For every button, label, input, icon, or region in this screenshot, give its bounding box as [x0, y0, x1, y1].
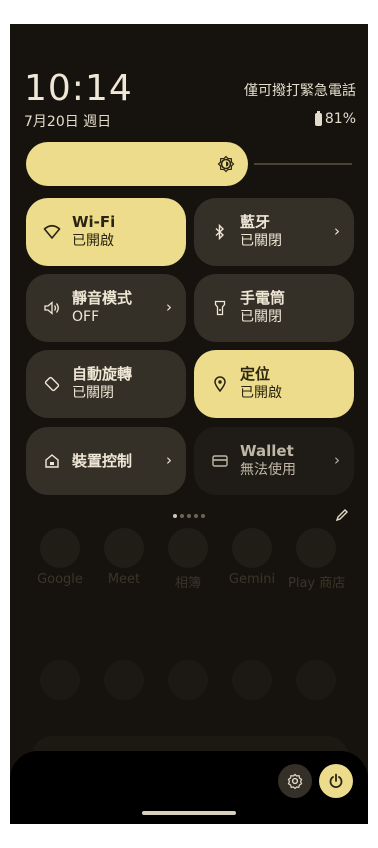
- tile-title: Wi-Fi: [72, 213, 116, 231]
- dock-messages-icon: [96, 660, 152, 700]
- tile-state: 已關閉: [240, 309, 282, 325]
- app-photos: 相簿: [160, 528, 216, 591]
- tile-wallet[interactable]: Wallet 無法使用 ›: [194, 427, 354, 495]
- bluetooth-icon: [210, 222, 230, 242]
- volume-icon: [42, 298, 62, 318]
- tile-auto-rotate[interactable]: 自動旋轉 已關閉: [26, 350, 186, 418]
- chevron-right-icon: ›: [166, 451, 172, 469]
- clock-time[interactable]: 10:14: [24, 68, 133, 109]
- rotate-icon: [42, 374, 62, 394]
- chevron-right-icon: ›: [166, 298, 172, 316]
- tile-title: 定位: [240, 365, 271, 383]
- tile-title: 手電筒: [240, 289, 286, 307]
- home-icon: [42, 451, 62, 471]
- chevron-right-icon: ›: [334, 222, 340, 240]
- tile-text: 藍牙 已關閉: [240, 213, 282, 251]
- location-icon: [210, 374, 230, 394]
- tile-location[interactable]: 定位 已開啟: [194, 350, 354, 418]
- flashlight-icon: [210, 298, 230, 318]
- app-meet: Meet: [96, 528, 152, 587]
- dock-chrome-icon: [160, 660, 216, 700]
- tile-title: 裝置控制: [72, 451, 133, 470]
- power-icon: [329, 773, 343, 788]
- wifi-icon: [42, 222, 62, 242]
- tile-text: Wallet 無法使用: [240, 442, 296, 480]
- brightness-slider[interactable]: [26, 142, 362, 186]
- gear-icon: [287, 773, 303, 789]
- gesture-handle[interactable]: [142, 811, 236, 815]
- brightness-track: [254, 163, 352, 165]
- tile-state: OFF: [72, 309, 100, 325]
- tile-wifi[interactable]: Wi-Fi 已開啟: [26, 198, 186, 266]
- tile-device-controls[interactable]: 裝置控制 ›: [26, 427, 186, 495]
- tile-state: 已關閉: [240, 233, 282, 249]
- page-dot: [201, 514, 205, 518]
- tile-do-not-disturb[interactable]: 靜音模式 OFF ›: [26, 274, 186, 342]
- tile-state: 已開啟: [240, 385, 282, 401]
- tile-text: 定位 已開啟: [240, 365, 282, 403]
- tile-title: 藍牙: [240, 213, 271, 231]
- tile-state: 無法使用: [240, 462, 296, 478]
- battery-level: 81%: [324, 111, 356, 127]
- battery-icon: [314, 110, 322, 126]
- app-google: Google: [32, 528, 88, 587]
- tile-text: Wi-Fi 已開啟: [72, 213, 115, 251]
- tile-state: 已關閉: [72, 385, 114, 401]
- chevron-right-icon: ›: [334, 451, 340, 469]
- app-gemini: Gemini: [224, 528, 280, 587]
- page-dot: [187, 514, 191, 518]
- page-indicator: [173, 514, 205, 518]
- page-dot: [180, 514, 184, 518]
- clock-date[interactable]: 7月20日 週日: [24, 111, 111, 131]
- tile-text: 靜音模式 OFF: [72, 289, 132, 327]
- carrier-status: 僅可撥打緊急電話: [244, 83, 356, 99]
- wallet-icon: [210, 451, 230, 471]
- tile-title: 靜音模式: [72, 289, 133, 307]
- tile-state: 已開啟: [72, 233, 114, 249]
- tile-flashlight[interactable]: 手電筒 已關閉: [194, 274, 354, 342]
- power-button[interactable]: [319, 764, 353, 798]
- tile-text: 自動旋轉 已關閉: [72, 365, 132, 403]
- settings-button[interactable]: [278, 764, 312, 798]
- notification-shade: Google Meet 相簿 Gemini Play 商店 10:14 7月20…: [10, 24, 368, 824]
- edit-icon[interactable]: [335, 508, 349, 522]
- dock-settings-icon: [288, 660, 344, 700]
- app-play-store: Play 商店: [288, 528, 345, 591]
- tile-text: 裝置控制: [72, 452, 132, 471]
- page-dot: [173, 514, 177, 518]
- tile-title: Wallet: [240, 442, 294, 460]
- tile-text: 手電筒 已關閉: [240, 289, 285, 327]
- page-dot: [194, 514, 198, 518]
- dock-camera-icon: [224, 660, 280, 700]
- tile-bluetooth[interactable]: 藍牙已關閉 ›: [194, 198, 354, 266]
- brightness-fill: [26, 142, 248, 186]
- tile-title: 自動旋轉: [72, 365, 133, 383]
- brightness-icon: [217, 155, 235, 173]
- dock-phone-icon: [32, 660, 88, 700]
- battery-status: 81%: [314, 110, 356, 127]
